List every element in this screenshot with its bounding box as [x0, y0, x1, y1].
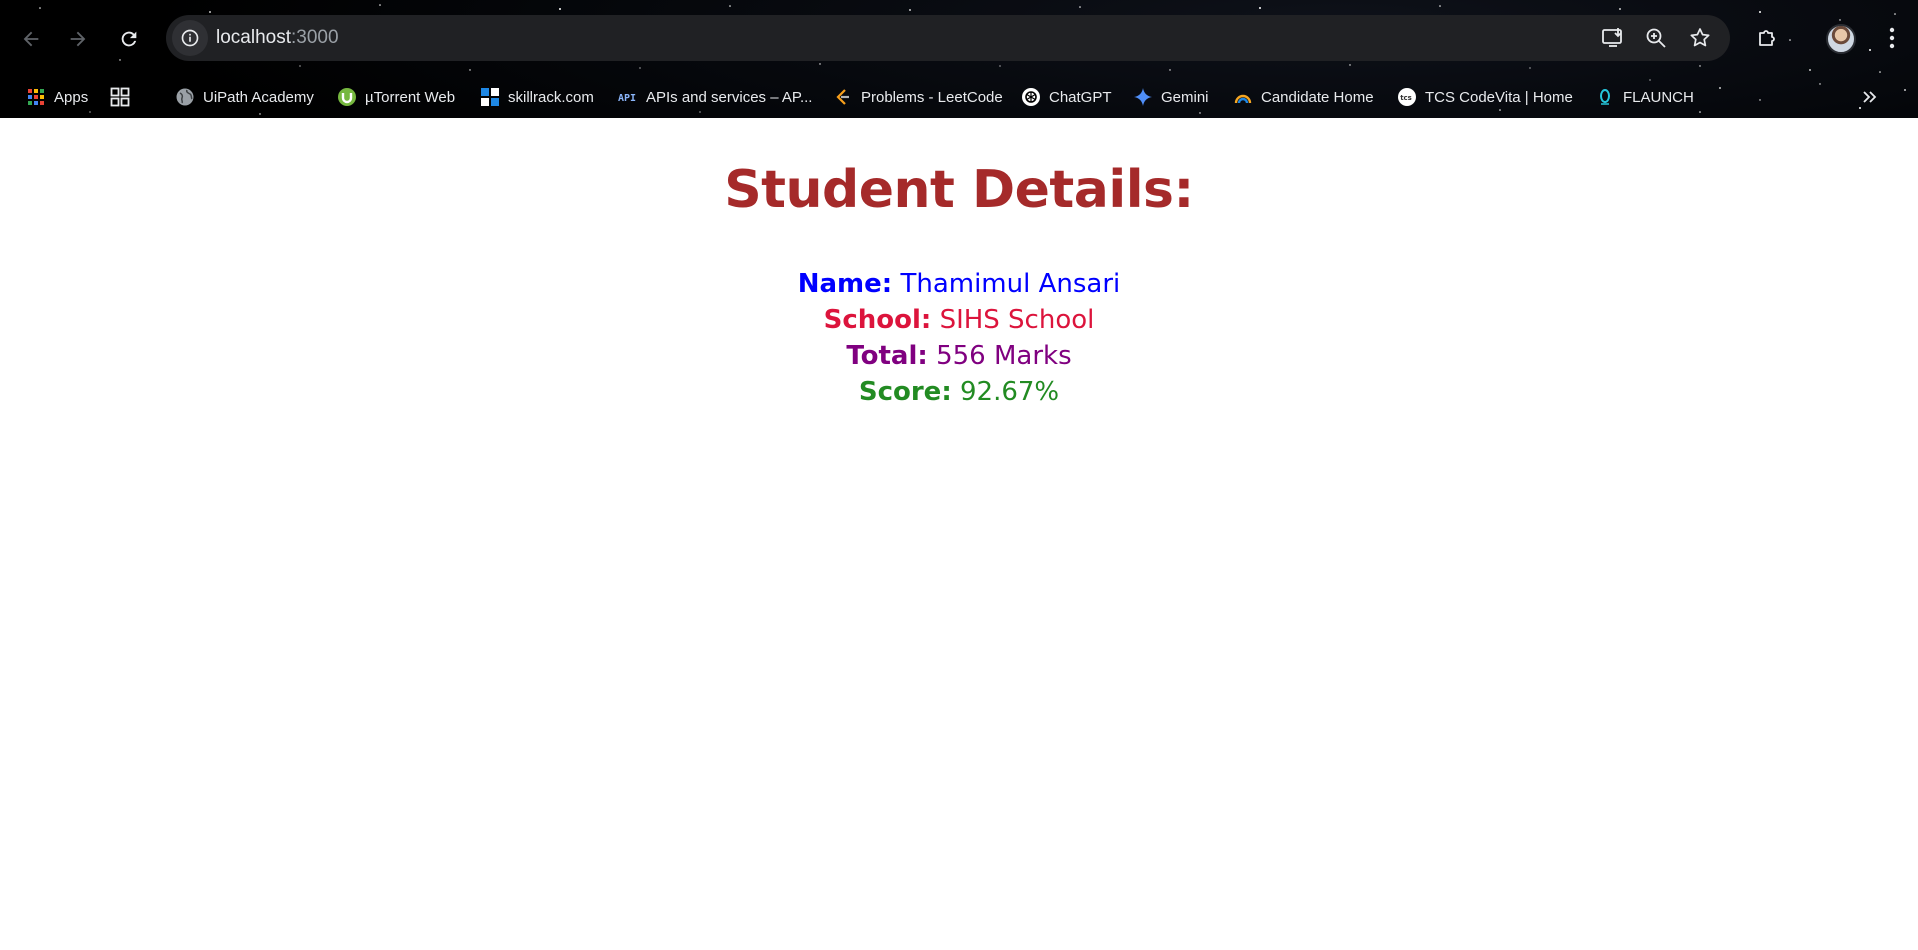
zoom-in-icon [1646, 28, 1666, 48]
apps-grid-icon [26, 87, 46, 107]
bookmark-label: µTorrent Web [365, 88, 456, 106]
install-app-icon [1602, 28, 1622, 47]
leetcode-icon [833, 87, 853, 107]
back-button[interactable] [14, 22, 48, 56]
bookmark-skillrack[interactable]: skillrack.com [480, 83, 594, 111]
school-value: SIHS School [939, 305, 1095, 335]
extensions-button[interactable] [1752, 22, 1784, 54]
bookmark-apps[interactable]: Apps [26, 83, 88, 111]
bookmark-candidate-home[interactable]: Candidate Home [1233, 83, 1374, 111]
bookmark-label: APIs and services – AP... [646, 88, 813, 106]
bookmark-uipath-academy[interactable]: UiPath Academy [175, 83, 314, 111]
browser-chrome: localhost:3000 Apps UiPath Academy µTorr… [0, 0, 1918, 118]
bookmark-label: Gemini [1161, 88, 1209, 106]
bookmark-utorrent-web[interactable]: µTorrent Web [337, 83, 455, 111]
browser-toolbar: localhost:3000 [0, 0, 1918, 76]
kebab-menu-icon [1889, 27, 1895, 49]
info-icon [181, 29, 199, 47]
total-value: 556 Marks [936, 341, 1072, 371]
bookmark-label: Apps [54, 88, 89, 106]
bookmark-label: skillrack.com [508, 88, 594, 106]
bookmark-tcs-codevita[interactable]: tcs TCS CodeVita | Home [1397, 83, 1573, 111]
star-icon [1690, 28, 1710, 47]
url-host: localhost [216, 27, 291, 48]
bookmarks-overflow-button[interactable] [1860, 83, 1880, 111]
svg-text:API: API [618, 93, 636, 104]
site-info-button[interactable] [172, 20, 208, 56]
arrow-left-icon [23, 31, 39, 47]
globe-icon [175, 87, 195, 107]
profile-avatar[interactable] [1826, 24, 1856, 54]
name-row: Name: Thamimul Ansari [0, 266, 1918, 302]
bookmark-star-button[interactable] [1687, 25, 1713, 51]
school-row: School: SIHS School [0, 302, 1918, 338]
score-value: 92.67% [959, 377, 1060, 407]
bookmark-label: ChatGPT [1049, 88, 1112, 106]
puzzle-icon [1759, 30, 1775, 46]
address-bar[interactable]: localhost:3000 [166, 15, 1730, 61]
total-row: Total: 556 Marks [0, 338, 1918, 374]
bookmark-apis-services[interactable]: API APIs and services – AP... [618, 83, 812, 111]
install-app-button[interactable] [1600, 25, 1626, 51]
flaunch-icon [1595, 87, 1615, 107]
browser-menu-button[interactable] [1876, 22, 1908, 54]
api-icon: API [618, 87, 638, 107]
gemini-icon [1133, 87, 1153, 107]
score-row: Score: 92.67% [0, 374, 1918, 410]
page-content: Student Details: Name: Thamimul Ansari S… [0, 118, 1918, 950]
bookmark-label: Candidate Home [1261, 88, 1374, 106]
chatgpt-icon [1021, 87, 1041, 107]
reload-button[interactable] [112, 22, 146, 56]
zoom-button[interactable] [1643, 25, 1669, 51]
student-details: Name: Thamimul Ansari School: SIHS Schoo… [0, 266, 1918, 410]
bookmark-chatgpt[interactable]: ChatGPT [1021, 83, 1112, 111]
total-label: Total: [846, 341, 928, 371]
bookmark-tab-groups[interactable] [110, 83, 130, 111]
bookmark-label: FLAUNCH [1623, 88, 1694, 106]
bookmark-label: Problems - LeetCode [861, 88, 1003, 106]
bookmarks-bar: Apps UiPath Academy µTorrent Web skillra… [0, 76, 1918, 118]
forward-button[interactable] [61, 22, 95, 56]
utorrent-icon [337, 87, 357, 107]
chevron-double-right-icon [1860, 87, 1880, 107]
arrow-right-icon [70, 31, 86, 47]
score-label: Score: [858, 377, 952, 407]
school-label: School: [823, 305, 932, 335]
bookmark-gemini[interactable]: Gemini [1133, 83, 1209, 111]
name-value: Thamimul Ansari [900, 269, 1121, 299]
bookmark-leetcode[interactable]: Problems - LeetCode [833, 83, 1003, 111]
svg-text:tcs: tcs [1400, 94, 1412, 102]
reload-icon [121, 31, 137, 47]
bookmark-label: TCS CodeVita | Home [1425, 88, 1573, 106]
url-port: :3000 [291, 27, 339, 48]
bookmark-label: UiPath Academy [203, 88, 314, 106]
tab-groups-icon [110, 87, 130, 107]
skillrack-icon [480, 87, 500, 107]
tcs-icon: tcs [1397, 87, 1417, 107]
candidate-icon [1233, 87, 1253, 107]
bookmark-flaunch[interactable]: FLAUNCH [1595, 83, 1694, 111]
name-label: Name: [797, 269, 893, 299]
url-text[interactable]: localhost:3000 [216, 27, 339, 49]
page-title: Student Details: [724, 160, 1194, 220]
